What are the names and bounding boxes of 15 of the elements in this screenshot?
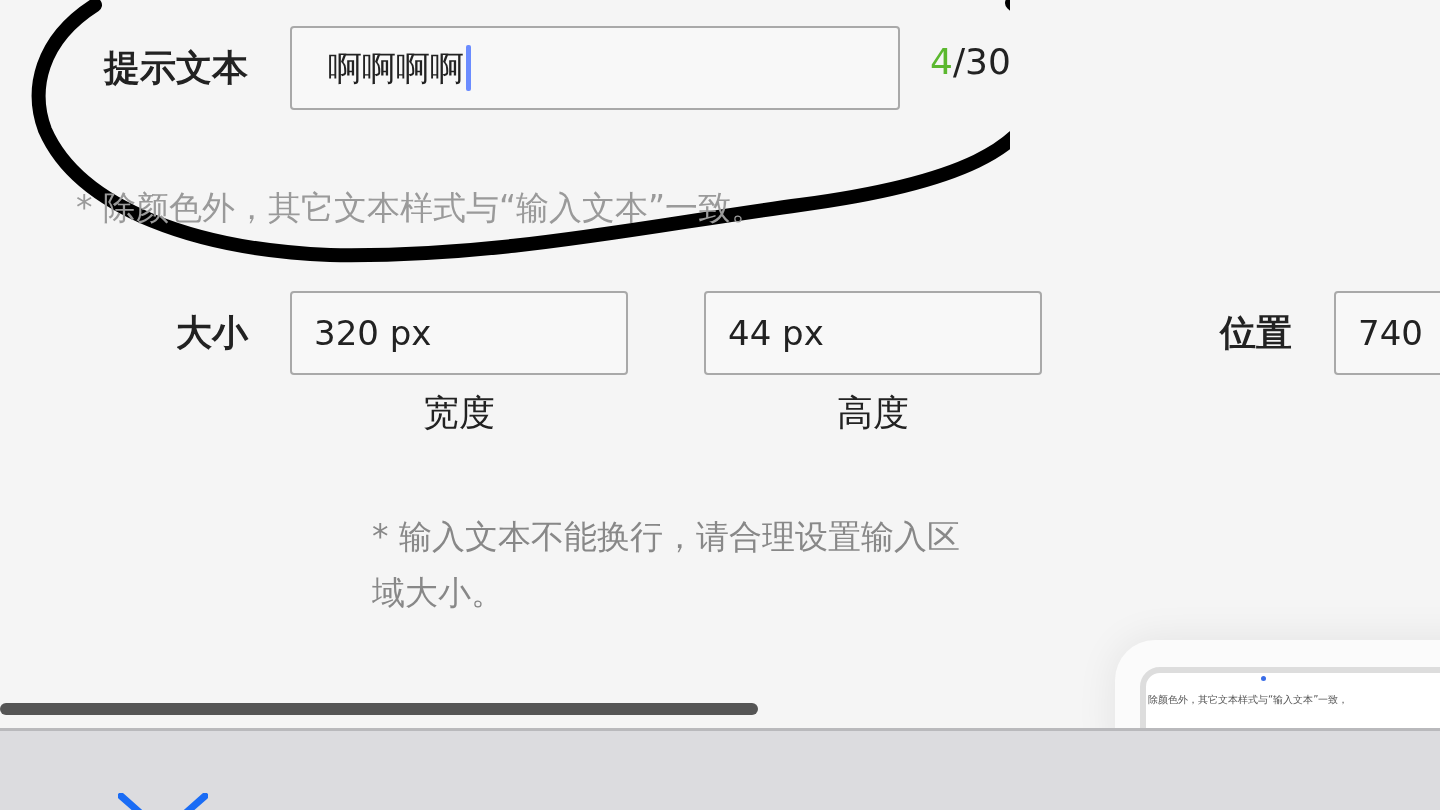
field-label: 提示文本 bbox=[102, 46, 248, 90]
input-note: * 输入文本不能换行，请合理设置输入区域大小。 bbox=[372, 516, 961, 614]
size-label: 大小 bbox=[175, 311, 248, 355]
character-counter: 4/30 bbox=[930, 40, 1011, 84]
hint-text-field[interactable]: 啊啊啊啊 bbox=[290, 26, 900, 110]
chevron-down-icon[interactable] bbox=[118, 793, 208, 810]
preview-text: 除颜色外，其它文本样式与“输入文本”一致， bbox=[1148, 693, 1349, 707]
position-label: 位置 bbox=[1220, 311, 1292, 355]
position-x-field[interactable]: 740 bbox=[1334, 291, 1440, 375]
scrollbar[interactable] bbox=[0, 703, 758, 715]
width-field[interactable]: 320 px bbox=[290, 291, 628, 375]
height-caption: 高度 bbox=[837, 391, 909, 435]
height-field[interactable]: 44 px bbox=[704, 291, 1042, 375]
width-caption: 宽度 bbox=[423, 391, 495, 435]
anchor-dot bbox=[1261, 676, 1266, 681]
